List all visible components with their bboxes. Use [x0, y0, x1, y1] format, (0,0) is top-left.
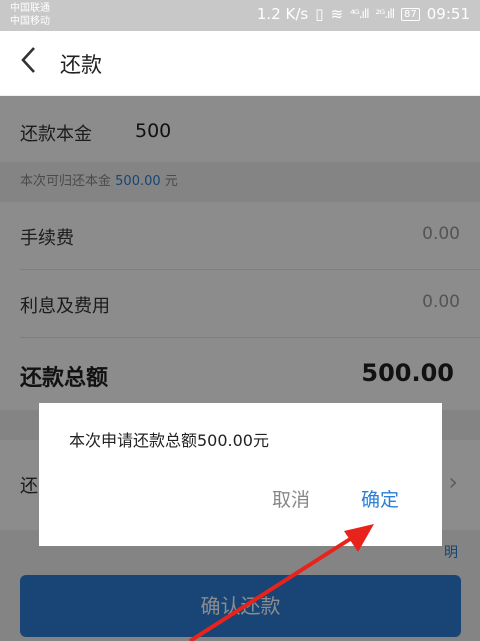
clock: 09:51	[426, 5, 470, 23]
signal-4g-icon: ⁴ᴳ.ıll	[350, 7, 370, 21]
dialog-message: 本次申请还款总额500.00元	[69, 431, 269, 450]
network-speed: 1.2 K/s	[256, 5, 309, 23]
wifi-icon: ≋	[330, 5, 344, 23]
status-icons: 1.2 K/s ▯ ≋ ⁴ᴳ.ıll ²ᴳ.ıll 87 09:51	[257, 5, 470, 23]
dialog-cancel-button[interactable]: 取消	[272, 485, 310, 512]
carrier-2: 中国移动	[10, 16, 50, 27]
back-button[interactable]	[18, 45, 40, 83]
modal-overlay[interactable]	[0, 96, 480, 641]
confirm-dialog: 本次申请还款总额500.00元 取消 确定	[39, 403, 442, 546]
status-bar: 中国联通 中国移动 1.2 K/s ▯ ≋ ⁴ᴳ.ıll ²ᴳ.ıll 87 0…	[0, 0, 480, 31]
battery-icon: 87	[401, 7, 420, 21]
carrier-info: 中国联通 中国移动	[10, 2, 50, 28]
chevron-left-icon	[21, 47, 35, 73]
page-title: 还款	[60, 53, 102, 77]
nav-bar: 还款	[0, 31, 480, 95]
carrier-1: 中国联通	[10, 3, 50, 14]
dialog-ok-button[interactable]: 确定	[361, 485, 399, 512]
vibrate-icon: ▯	[315, 5, 324, 23]
signal-2g-icon: ²ᴳ.ıll	[375, 7, 396, 21]
